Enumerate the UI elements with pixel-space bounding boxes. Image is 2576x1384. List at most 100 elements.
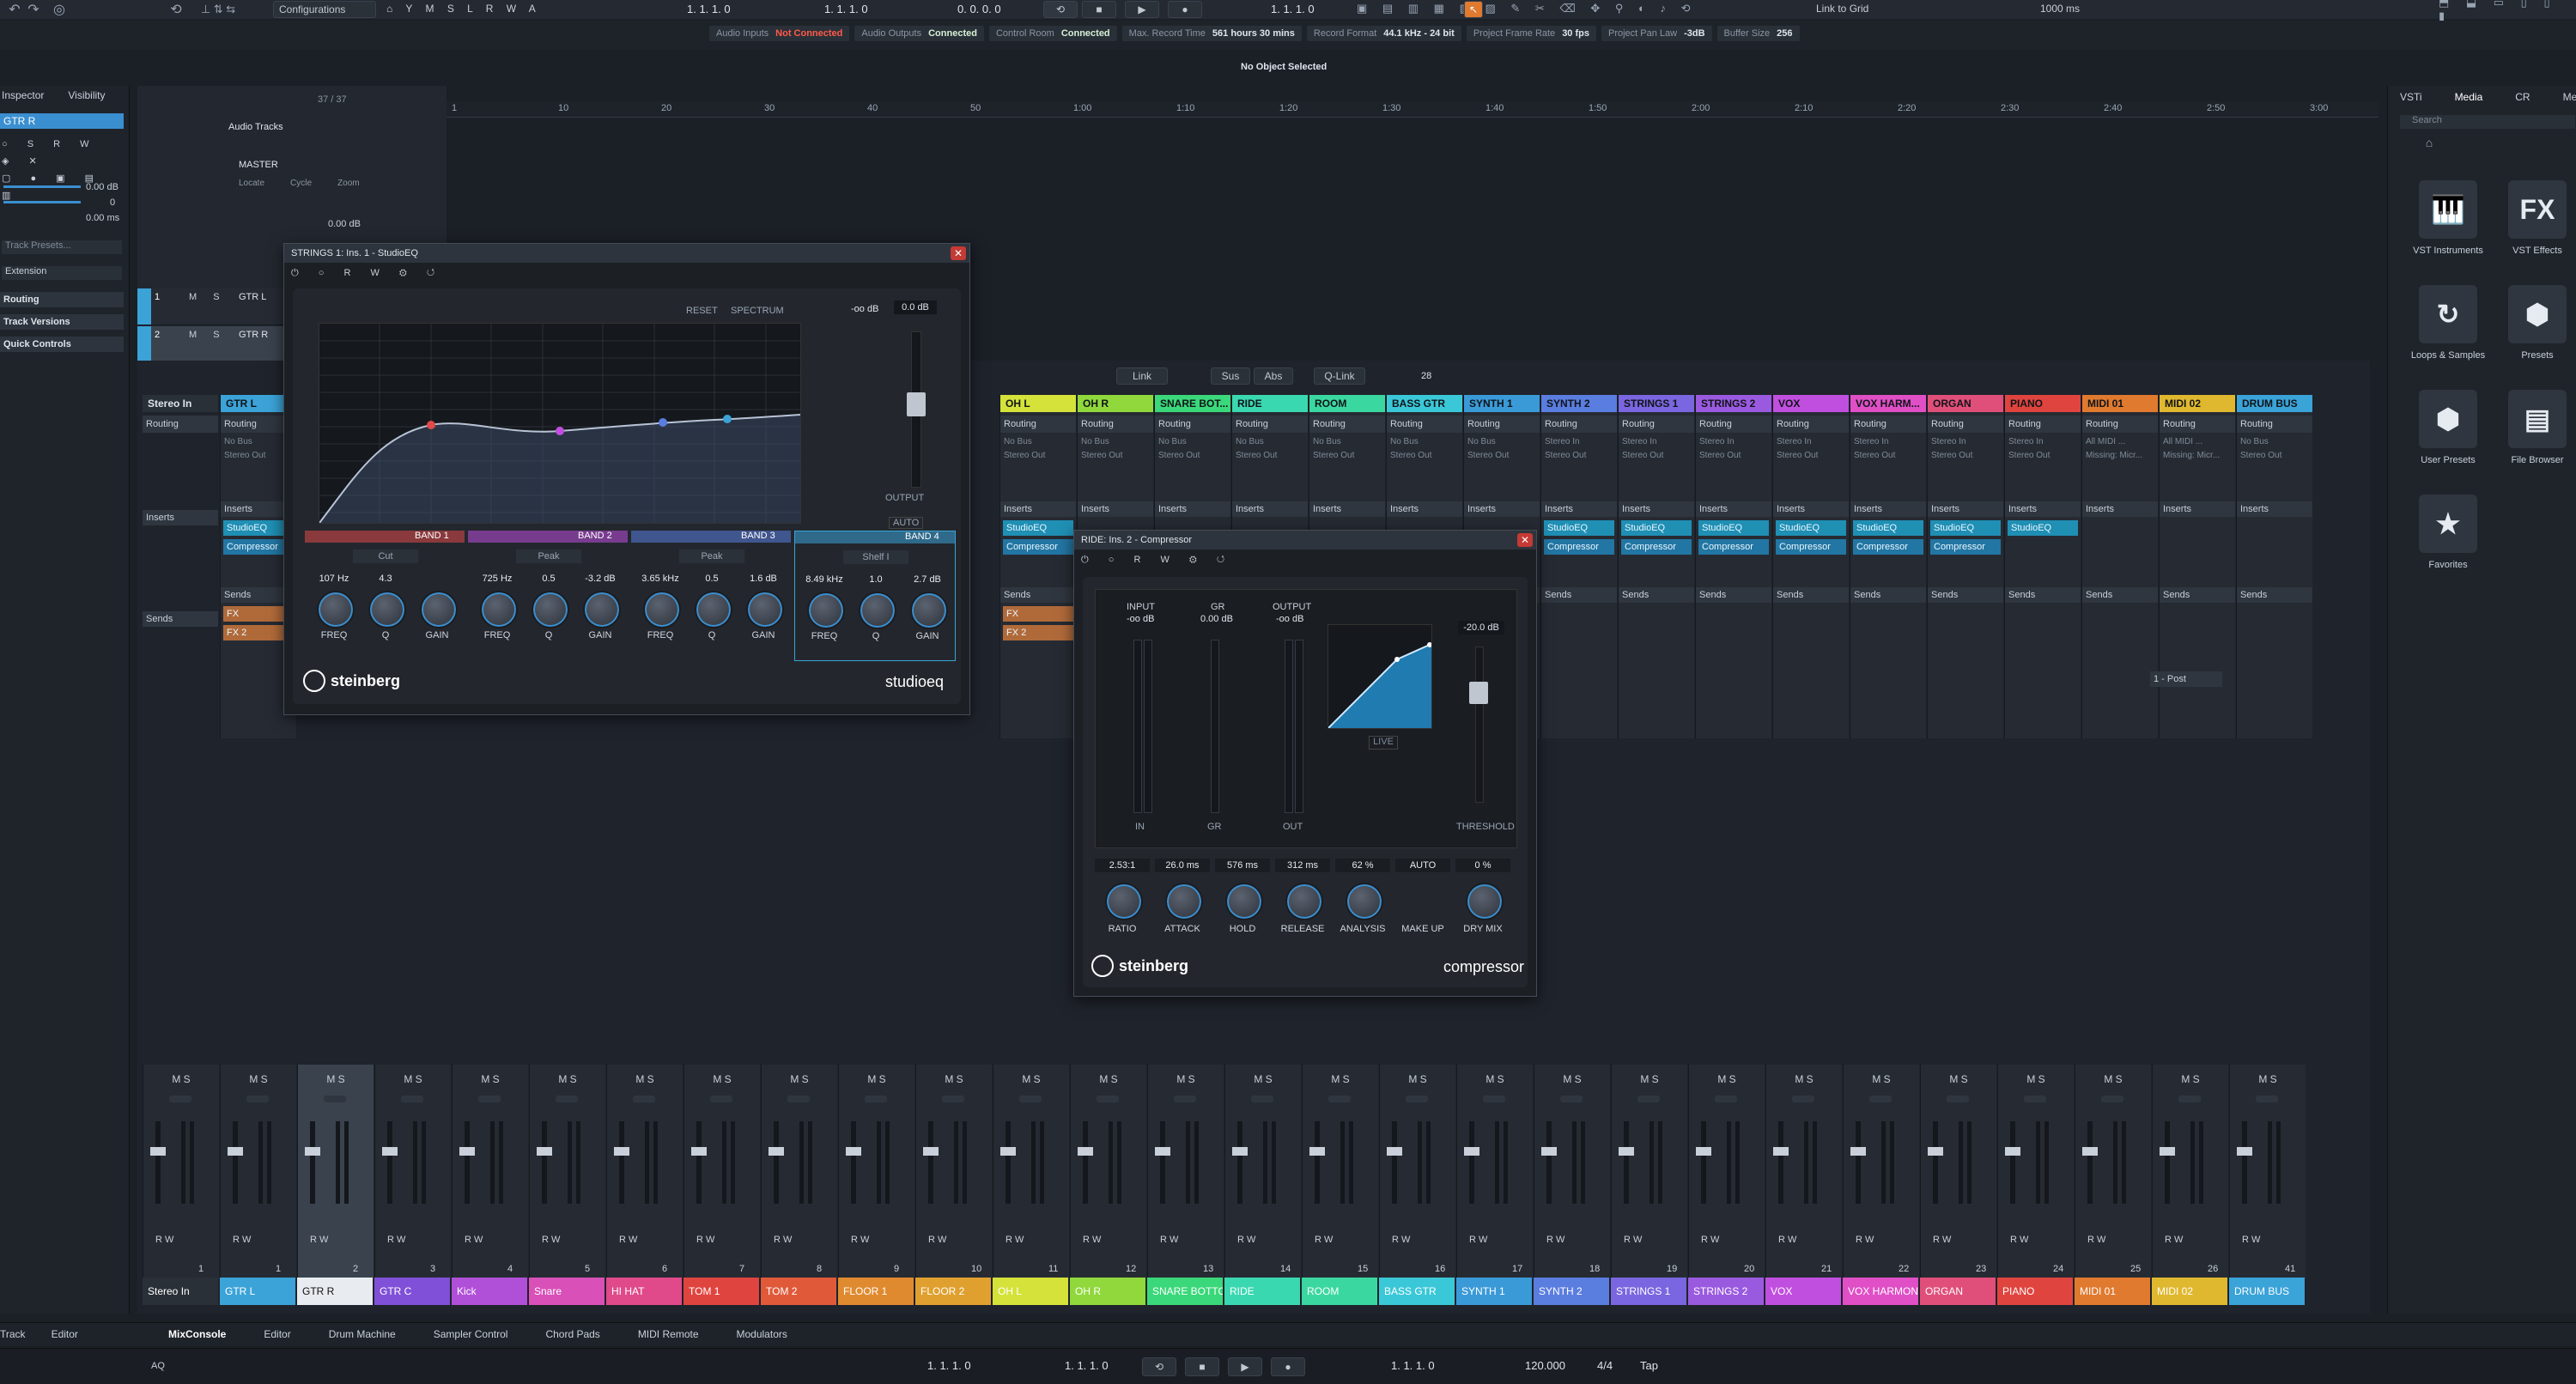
rw-buttons[interactable]: R W	[465, 1235, 483, 1245]
strip-name[interactable]: GTR R	[297, 1278, 373, 1305]
mute-solo[interactable]: M S	[1689, 1073, 1765, 1085]
status-item[interactable]: Max. Record Time 561 hours 30 mins	[1121, 26, 1302, 41]
strip-name[interactable]: HI HAT	[606, 1278, 682, 1305]
pan-knob[interactable]	[1251, 1096, 1273, 1102]
rw-buttons[interactable]: R W	[2087, 1235, 2105, 1245]
mute-solo[interactable]: M S	[1766, 1073, 1842, 1085]
channel-fader[interactable]	[696, 1121, 702, 1204]
mute-solo[interactable]: M S	[839, 1073, 914, 1085]
strip-name[interactable]: FLOOR 1	[838, 1278, 914, 1305]
channel-fader[interactable]	[928, 1121, 933, 1204]
fader-cap[interactable]	[1464, 1147, 1479, 1156]
fader-cap[interactable]	[459, 1147, 475, 1156]
rw-buttons[interactable]: R W	[1160, 1235, 1178, 1245]
channel-fader[interactable]	[1469, 1121, 1474, 1204]
pan-knob[interactable]	[1560, 1096, 1583, 1102]
channel-routing[interactable]: Routing	[1309, 416, 1385, 433]
channel-output[interactable]: Missing: Micr...	[2160, 446, 2235, 465]
position-display-3[interactable]: 0. 0. 0. 0	[957, 3, 1001, 15]
rw-buttons[interactable]: R W	[1315, 1235, 1333, 1245]
constrain-icon[interactable]: ⟲	[168, 2, 184, 17]
pan-knob[interactable]	[401, 1096, 423, 1102]
insert-slot-eq[interactable]: StudioEQ	[1621, 520, 1692, 536]
eq-graph[interactable]	[319, 323, 801, 524]
undo-icon[interactable]: ↶	[7, 2, 22, 17]
channel-fader[interactable]	[1624, 1121, 1629, 1204]
channel-sends[interactable]: Sends	[1850, 587, 1926, 603]
channel-sends[interactable]: Sends	[1619, 587, 1694, 603]
pan-knob[interactable]	[1097, 1096, 1119, 1102]
insert-slot-eq[interactable]: StudioEQ	[1003, 520, 1073, 536]
channel-sends[interactable]: Sends	[2237, 587, 2312, 603]
channel-name[interactable]: STRINGS 1	[1619, 395, 1694, 412]
channel-name[interactable]: MIDI 01	[2082, 395, 2158, 412]
rw-buttons[interactable]: R W	[542, 1235, 560, 1245]
strip-name[interactable]: SNARE BOTTOM	[1147, 1278, 1223, 1305]
pan-knob[interactable]	[1328, 1096, 1351, 1102]
inspector-volume-slider[interactable]	[3, 185, 81, 188]
transport-stop[interactable]: ■	[1185, 1357, 1219, 1376]
rw-buttons[interactable]: R W	[2165, 1235, 2183, 1245]
mixer-abs-button[interactable]: Abs	[1254, 367, 1293, 385]
channel-name[interactable]: SYNTH 1	[1464, 395, 1540, 412]
channel-fader[interactable]	[1392, 1121, 1397, 1204]
channel-name[interactable]: OH R	[1078, 395, 1153, 412]
strip-name[interactable]: VOX HARMONIES	[1843, 1278, 1918, 1305]
rw-buttons[interactable]: R W	[696, 1235, 714, 1245]
mute-solo[interactable]: M S	[1380, 1073, 1455, 1085]
channel-inserts[interactable]: Inserts	[2237, 501, 2312, 517]
mute-solo[interactable]: M S	[221, 1073, 296, 1085]
tab-cr[interactable]: CR	[2515, 91, 2530, 103]
tempo-display[interactable]: 120.000	[1525, 1359, 1565, 1372]
strip-name[interactable]: VOX	[1765, 1278, 1841, 1305]
channel-routing[interactable]: Routing	[1773, 416, 1849, 433]
insert-slot-eq[interactable]: StudioEQ	[1698, 520, 1769, 536]
pan-knob[interactable]	[2256, 1096, 2278, 1102]
channel-routing[interactable]: Routing	[1000, 416, 1076, 433]
pan-knob[interactable]	[556, 1096, 578, 1102]
channel-name[interactable]: VOX	[1773, 395, 1849, 412]
channel-output[interactable]: Stereo Out	[1696, 446, 1771, 465]
tab-meter[interactable]: Meter	[2563, 91, 2576, 103]
eq-freq-knob[interactable]	[317, 591, 355, 628]
mute-solo[interactable]: M S	[2153, 1073, 2228, 1085]
select-tool-button[interactable]: ↖	[1464, 1, 1483, 18]
channel-routing[interactable]: Routing	[1541, 416, 1617, 433]
channel-inserts[interactable]: Inserts	[1309, 501, 1385, 517]
studioeq-output-fader[interactable]	[907, 331, 926, 488]
channel-fader[interactable]	[155, 1121, 161, 1204]
extension-dropdown[interactable]: Extension	[2, 266, 122, 280]
left-inserts[interactable]: Inserts	[143, 510, 218, 525]
channel-fader[interactable]	[1778, 1121, 1783, 1204]
eq-band-type[interactable]: Cut	[353, 549, 418, 563]
lower-zone-tab[interactable]: Drum Machine	[329, 1328, 396, 1340]
strip-name[interactable]: TOM 1	[683, 1278, 759, 1305]
mixer-sus-button[interactable]: Sus	[1211, 367, 1250, 385]
mute-solo[interactable]: M S	[607, 1073, 683, 1085]
channel-output[interactable]: Stereo Out	[1850, 446, 1926, 465]
comp-knob[interactable]	[1466, 883, 1504, 920]
channel-name[interactable]: STRINGS 2	[1696, 395, 1771, 412]
channel-inserts[interactable]: Inserts	[2082, 501, 2158, 517]
channel-fader[interactable]	[2242, 1121, 2247, 1204]
insert-slot-comp[interactable]: Compressor	[1853, 539, 1923, 555]
insert-slot-comp[interactable]: Compressor	[1776, 539, 1846, 555]
pan-knob[interactable]	[1637, 1096, 1660, 1102]
channel-inserts[interactable]: Inserts	[1928, 501, 2003, 517]
channel-name[interactable]: MIDI 02	[2160, 395, 2235, 412]
insert-slot-eq[interactable]: StudioEQ	[1930, 520, 2001, 536]
channel-sends[interactable]: Sends	[2160, 587, 2235, 603]
channel-inserts[interactable]: Inserts	[1464, 501, 1540, 517]
rw-buttons[interactable]: R W	[851, 1235, 869, 1245]
channel-fader[interactable]	[542, 1121, 547, 1204]
pan-knob[interactable]	[942, 1096, 964, 1102]
channel-inserts[interactable]: Inserts	[1387, 501, 1462, 517]
insert-slot-comp[interactable]: Compressor	[1698, 539, 1769, 555]
tap-button[interactable]: Tap	[1640, 1359, 1658, 1372]
inspector-section-routing[interactable]: Routing	[0, 292, 124, 307]
rw-buttons[interactable]: R W	[387, 1235, 405, 1245]
mute-solo[interactable]: M S	[1457, 1073, 1533, 1085]
media-search-input[interactable]: Search	[2400, 115, 2575, 129]
insert-slot-eq[interactable]: StudioEQ	[1776, 520, 1846, 536]
channel-inserts[interactable]: Inserts	[1619, 501, 1694, 517]
